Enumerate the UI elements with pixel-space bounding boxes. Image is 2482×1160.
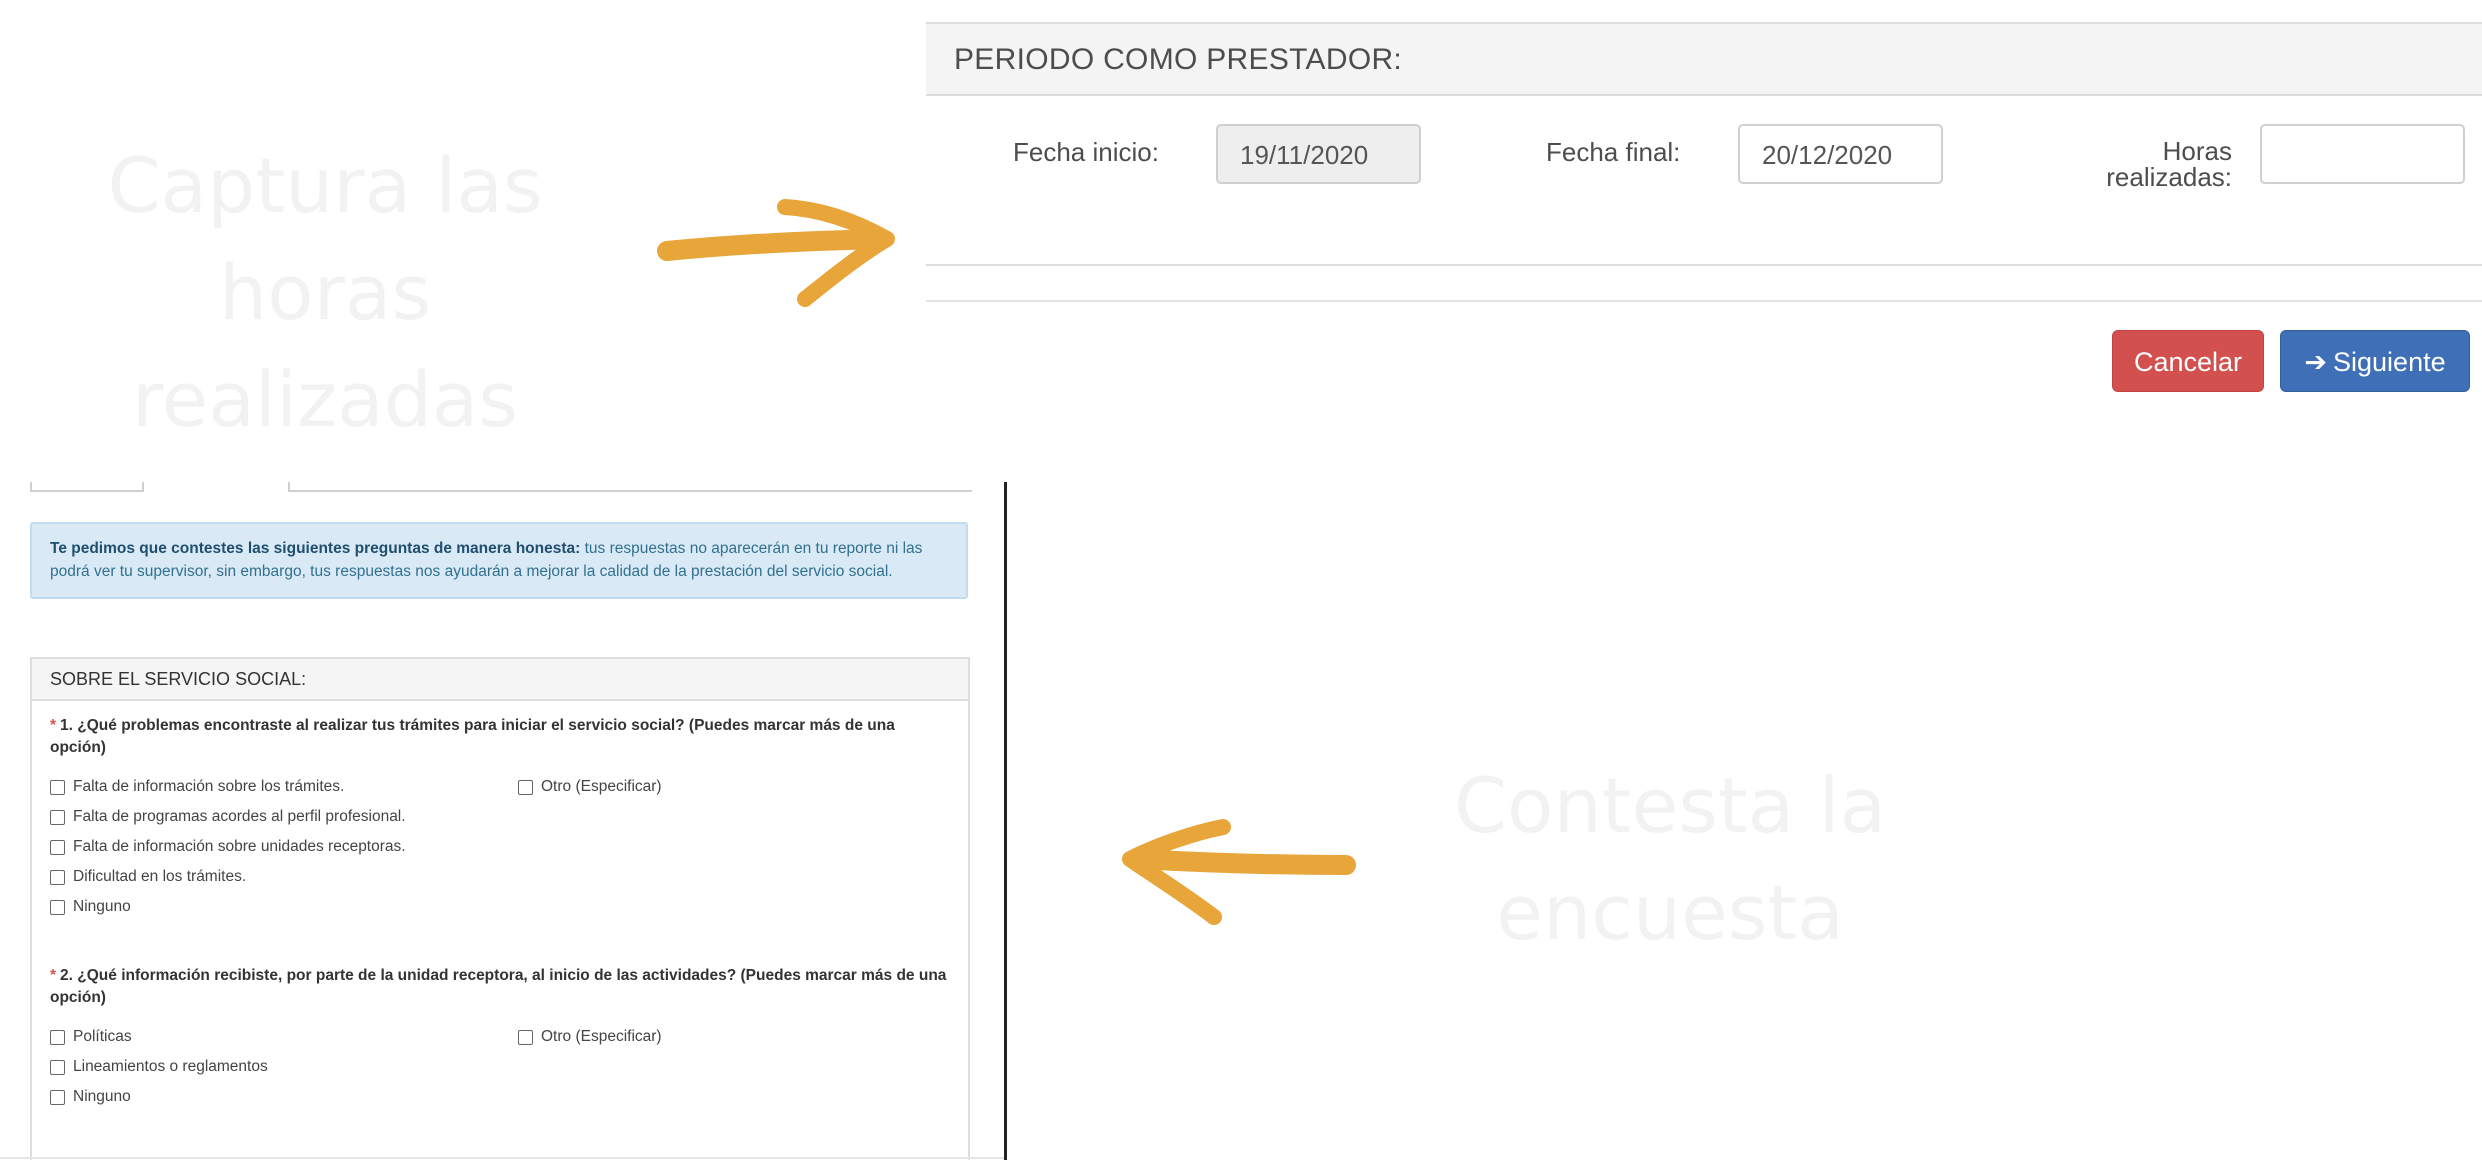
arrow-right-icon: ➔ bbox=[2304, 347, 2328, 377]
checkbox-option[interactable]: Falta de información sobre unidades rece… bbox=[50, 837, 406, 857]
checkbox-option[interactable]: Falta de programas acordes al perfil pro… bbox=[50, 807, 406, 827]
question-2: * 2. ¿Qué información recibiste, por part… bbox=[50, 965, 950, 1009]
intro-bold: Te pedimos que contestes las siguientes … bbox=[50, 540, 581, 557]
tab[interactable] bbox=[288, 482, 972, 492]
checkbox-option-other[interactable]: Otro (Especificar) bbox=[518, 777, 662, 797]
checkbox[interactable] bbox=[50, 869, 65, 885]
checkbox-option[interactable]: Políticas bbox=[50, 1027, 132, 1047]
hours-input[interactable] bbox=[2260, 124, 2465, 184]
arrow-right-icon bbox=[657, 199, 895, 307]
next-button-label: Siguiente bbox=[2333, 347, 2446, 377]
question-text: 2. ¿Qué información recibiste, por parte… bbox=[50, 967, 947, 1006]
checkbox-option[interactable]: Ninguno bbox=[50, 1087, 131, 1107]
option-label: Políticas bbox=[73, 1028, 132, 1045]
required-mark: * bbox=[50, 967, 57, 984]
checkbox[interactable] bbox=[50, 809, 65, 825]
checkbox[interactable] bbox=[50, 1029, 65, 1045]
arrow-left-icon bbox=[1122, 819, 1356, 925]
caption-line: Contesta la bbox=[1453, 761, 1887, 850]
checkbox[interactable] bbox=[50, 1059, 65, 1075]
caption-line: Captura las horas bbox=[107, 141, 543, 337]
required-mark: * bbox=[50, 717, 57, 734]
checkbox-option[interactable]: Ninguno bbox=[50, 897, 131, 917]
divider bbox=[0, 1157, 1004, 1159]
option-label: Ninguno bbox=[73, 1088, 131, 1105]
hours-label: Horas realizadas: bbox=[2076, 138, 2232, 190]
question-text: 1. ¿Qué problemas encontraste al realiza… bbox=[50, 717, 895, 756]
option-label: Ninguno bbox=[73, 898, 131, 915]
option-label: Otro (Especificar) bbox=[541, 1028, 662, 1045]
survey-info-alert: Te pedimos que contestes las siguientes … bbox=[30, 522, 968, 599]
checkbox[interactable] bbox=[50, 779, 65, 795]
section-title: SOBRE EL SERVICIO SOCIAL: bbox=[32, 659, 968, 701]
caption-line: realizadas bbox=[131, 355, 518, 444]
start-date-field[interactable]: 19/11/2020 bbox=[1216, 124, 1421, 184]
survey-panel: Te pedimos que contestes las siguientes … bbox=[0, 482, 1007, 1160]
option-label: Falta de información sobre los trámites. bbox=[73, 778, 345, 795]
option-label: Falta de programas acordes al perfil pro… bbox=[73, 808, 406, 825]
option-label: Lineamientos o reglamentos bbox=[73, 1058, 268, 1075]
option-label: Falta de información sobre unidades rece… bbox=[73, 838, 406, 855]
divider bbox=[926, 300, 2482, 302]
checkbox-option[interactable]: Falta de información sobre los trámites. bbox=[50, 777, 344, 797]
checkbox[interactable] bbox=[518, 1029, 533, 1045]
checkbox-option[interactable]: Dificultad en los trámites. bbox=[50, 867, 246, 887]
hours-label-line: Horas bbox=[2162, 136, 2232, 166]
caption-capture-hours: Captura las horas realizadas bbox=[0, 132, 650, 453]
checkbox-option[interactable]: Lineamientos o reglamentos bbox=[50, 1057, 268, 1077]
option-label: Otro (Especificar) bbox=[541, 778, 662, 795]
period-panel: PERIODO COMO PRESTADOR: Fecha inicio: 19… bbox=[926, 22, 2482, 392]
hours-label-line: realizadas: bbox=[2106, 162, 2232, 192]
tab-strip bbox=[0, 482, 1004, 492]
cancel-button[interactable]: Cancelar bbox=[2112, 330, 2264, 392]
checkbox[interactable] bbox=[518, 779, 533, 795]
next-button[interactable]: ➔ Siguiente bbox=[2280, 330, 2470, 392]
caption-answer-survey: Contesta la encuesta bbox=[1420, 752, 1920, 966]
period-box: PERIODO COMO PRESTADOR: Fecha inicio: 19… bbox=[926, 22, 2482, 266]
option-label: Dificultad en los trámites. bbox=[73, 868, 247, 885]
period-heading: PERIODO COMO PRESTADOR: bbox=[926, 24, 2482, 96]
question-1: * 1. ¿Qué problemas encontraste al realiz… bbox=[50, 715, 950, 759]
checkbox[interactable] bbox=[50, 1089, 65, 1105]
checkbox-option-other[interactable]: Otro (Especificar) bbox=[518, 1027, 662, 1047]
caption-line: encuesta bbox=[1496, 868, 1844, 957]
start-date-label: Fecha inicio: bbox=[1013, 137, 1159, 167]
survey-section: SOBRE EL SERVICIO SOCIAL: * 1. ¿Qué probl… bbox=[30, 657, 970, 1160]
checkbox[interactable] bbox=[50, 899, 65, 915]
tab[interactable] bbox=[30, 482, 144, 492]
checkbox[interactable] bbox=[50, 839, 65, 855]
end-date-field[interactable]: 20/12/2020 bbox=[1738, 124, 1943, 184]
end-date-label: Fecha final: bbox=[1546, 137, 1681, 167]
